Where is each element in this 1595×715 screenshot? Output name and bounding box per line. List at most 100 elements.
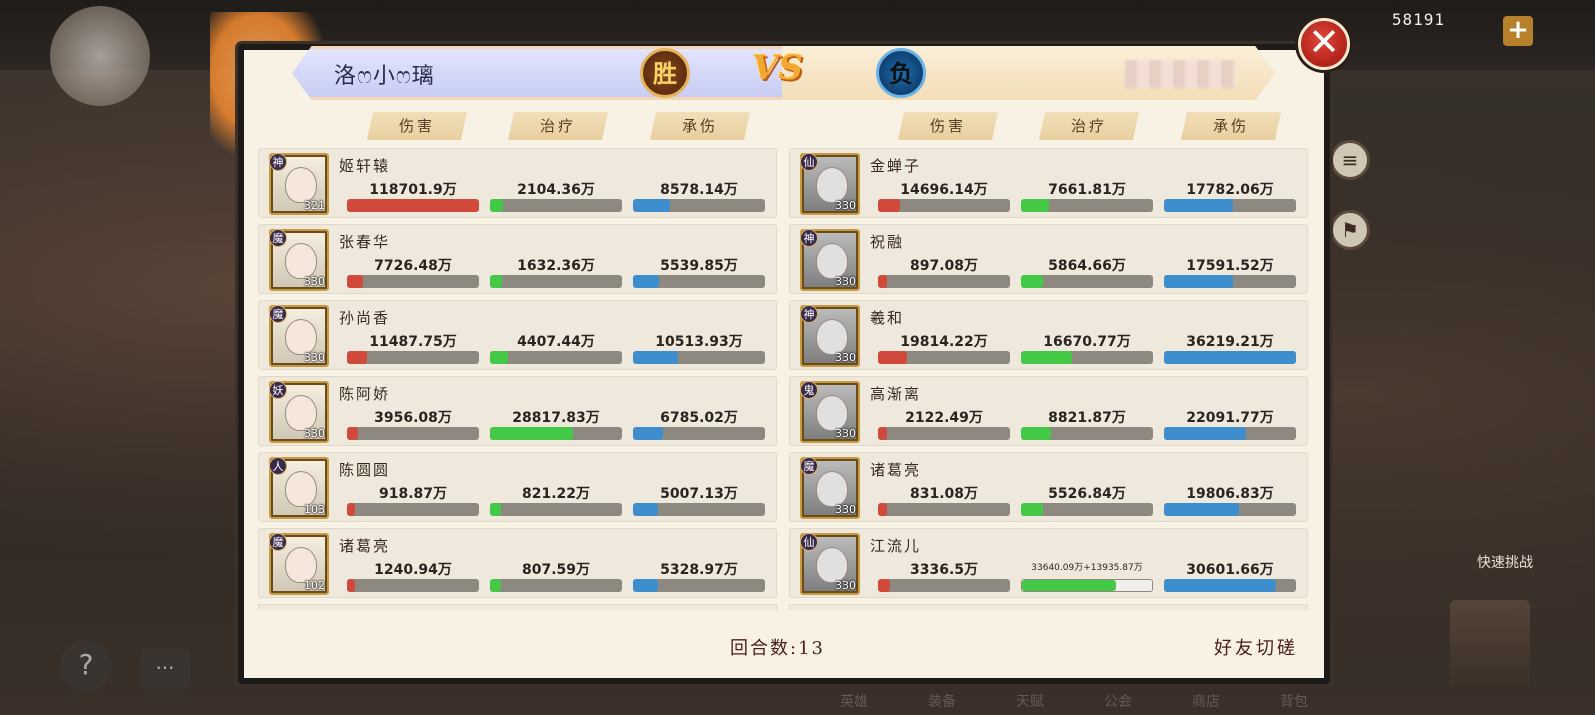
tank-bar (1164, 579, 1296, 592)
damage-bar-fill (347, 427, 358, 440)
hero-portrait[interactable]: 神 330 (800, 229, 860, 291)
heal-value: 5526.84万 (1048, 486, 1126, 502)
hero-row[interactable]: 人 103 陈圆圆 918.87万 821.22万 5007.13万 (258, 452, 777, 522)
tank-bar (633, 199, 765, 212)
hero-portrait[interactable]: 魔 330 (269, 229, 329, 291)
hero-row[interactable]: 仙 330 金蝉子 14696.14万 7661.81万 17782.06万 (789, 148, 1308, 218)
damage-value: 7726.48万 (374, 258, 452, 274)
tank-bar (1164, 199, 1296, 212)
hero-level: 321 (304, 199, 325, 212)
damage-value: 19814.22万 (900, 334, 988, 350)
damage-bar (878, 275, 1010, 288)
heal-stat: 28817.83万 (490, 407, 622, 440)
hero-portrait[interactable]: 魔 330 (269, 305, 329, 367)
hero-row[interactable]: 魔 330 孙尚香 11487.75万 4407.44万 10513.93万 (258, 300, 777, 370)
hero-row[interactable]: 魔 330 张春华 7726.48万 1632.36万 5539.85万 (258, 224, 777, 294)
heal-stat: 5864.66万 (1021, 255, 1153, 288)
hero-row-partial (789, 604, 1308, 610)
faction-badge: 神 (269, 153, 287, 171)
heal-bar (490, 579, 622, 592)
heal-value: 28817.83万 (512, 410, 600, 426)
damage-stat: 19814.22万 (878, 331, 1010, 364)
left-col-heal-tab[interactable]: 治疗 (508, 112, 608, 140)
left-team-list[interactable]: 神 321 姬轩辕 118701.9万 2104.36万 8578.14万魔 330 张春华 7… (258, 148, 777, 610)
damage-stat: 14696.14万 (878, 179, 1010, 212)
tank-bar (1164, 351, 1296, 364)
right-player-name-blurred (1125, 60, 1235, 88)
hero-row[interactable]: 魔 102 诸葛亮 1240.94万 807.59万 5328.97万 (258, 528, 777, 598)
damage-bar-fill (878, 275, 888, 288)
damage-bar (878, 427, 1010, 440)
tank-value: 5328.97万 (660, 562, 738, 578)
hero-portrait[interactable]: 仙 330 (800, 533, 860, 595)
damage-bar (347, 351, 479, 364)
hero-row[interactable]: 妖 330 陈阿娇 3956.08万 28817.83万 6785.02万 (258, 376, 777, 446)
bottom-nav-item[interactable]: 背包 (1280, 691, 1308, 715)
heal-bar-fill (1021, 427, 1052, 440)
heal-stat: 16670.77万 (1021, 331, 1153, 364)
damage-value: 118701.9万 (369, 182, 457, 198)
bottom-nav-item[interactable]: 装备 (928, 691, 956, 715)
bottom-nav-item[interactable]: 天赋 (1016, 691, 1044, 715)
chat-button[interactable]: ··· (140, 648, 190, 690)
heal-value: 1632.36万 (517, 258, 595, 274)
heal-value: 33640.09万+13935.87万 (1031, 563, 1143, 573)
heal-bar-fill (1022, 580, 1116, 591)
tank-bar-fill (1164, 351, 1296, 364)
hero-row[interactable]: 神 321 姬轩辕 118701.9万 2104.36万 8578.14万 (258, 148, 777, 218)
damage-stat: 118701.9万 (347, 179, 479, 212)
heal-bar-fill (1021, 199, 1049, 212)
close-button[interactable]: ✕ (1298, 18, 1350, 70)
heal-stat: 1632.36万 (490, 255, 622, 288)
damage-value: 918.87万 (378, 486, 448, 502)
right-col-damage-tab[interactable]: 伤害 (898, 112, 998, 140)
hero-portrait[interactable]: 魔 330 (800, 457, 860, 519)
hero-portrait[interactable]: 仙 330 (800, 153, 860, 215)
hero-row[interactable]: 仙 330 江流儿 3336.5万 33640.09万+13935.87万 30601.6… (789, 528, 1308, 598)
hero-row[interactable]: 鬼 330 高渐离 2122.49万 8821.87万 22091.77万 (789, 376, 1308, 446)
tank-stat: 5007.13万 (633, 483, 765, 516)
challenge-tower-icon[interactable] (1450, 600, 1530, 690)
bottom-nav: 英雄 装备 天赋 公会 商店 背包 (830, 691, 1410, 715)
menu-icon[interactable]: ≡ (1330, 140, 1370, 180)
player-avatar[interactable] (50, 6, 150, 106)
tank-stat: 19806.83万 (1164, 483, 1296, 516)
heal-stat: 807.59万 (490, 559, 622, 592)
hero-row[interactable]: 魔 330 诸葛亮 831.08万 5526.84万 19806.83万 (789, 452, 1308, 522)
damage-bar (878, 579, 1010, 592)
damage-bar-fill (347, 275, 363, 288)
hero-level: 330 (304, 275, 325, 288)
hero-row[interactable]: 神 330 祝融 897.08万 5864.66万 17591.52万 (789, 224, 1308, 294)
hero-portrait[interactable]: 魔 102 (269, 533, 329, 595)
bottom-nav-item[interactable]: 公会 (1104, 691, 1132, 715)
help-button[interactable]: ? (60, 640, 112, 692)
hero-face-icon (816, 243, 848, 279)
bottom-nav-item[interactable]: 英雄 (840, 691, 868, 715)
right-col-heal-tab[interactable]: 治疗 (1039, 112, 1139, 140)
left-col-tank-tab[interactable]: 承伤 (650, 112, 750, 140)
heal-bar (490, 427, 622, 440)
hero-portrait[interactable]: 妖 330 (269, 381, 329, 443)
hero-portrait[interactable]: 人 103 (269, 457, 329, 519)
bottom-nav-item[interactable]: 商店 (1192, 691, 1220, 715)
damage-stat: 831.08万 (878, 483, 1010, 516)
rank-icon[interactable]: ⚑ (1330, 210, 1370, 250)
damage-stat: 3956.08万 (347, 407, 479, 440)
faction-badge: 仙 (800, 153, 818, 171)
right-team-list[interactable]: 仙 330 金蝉子 14696.14万 7661.81万 17782.06万神 330 祝融 8… (789, 148, 1308, 610)
hero-name: 诸葛亮 (870, 461, 922, 479)
damage-value: 897.08万 (909, 258, 979, 274)
add-gold-button[interactable]: + (1503, 16, 1533, 46)
right-col-tank-tab[interactable]: 承伤 (1181, 112, 1281, 140)
hero-portrait[interactable]: 神 330 (800, 305, 860, 367)
quick-challenge-label[interactable]: 快速挑战 (1477, 552, 1533, 572)
hero-portrait[interactable]: 神 321 (269, 153, 329, 215)
damage-bar-fill (347, 199, 479, 212)
win-badge: 胜 (640, 48, 690, 98)
damage-bar (347, 579, 479, 592)
hero-row[interactable]: 神 330 羲和 19814.22万 16670.77万 36219.21万 (789, 300, 1308, 370)
hero-portrait[interactable]: 鬼 330 (800, 381, 860, 443)
hero-face-icon (816, 395, 848, 431)
left-col-damage-tab[interactable]: 伤害 (367, 112, 467, 140)
heal-bar-fill (490, 199, 504, 212)
